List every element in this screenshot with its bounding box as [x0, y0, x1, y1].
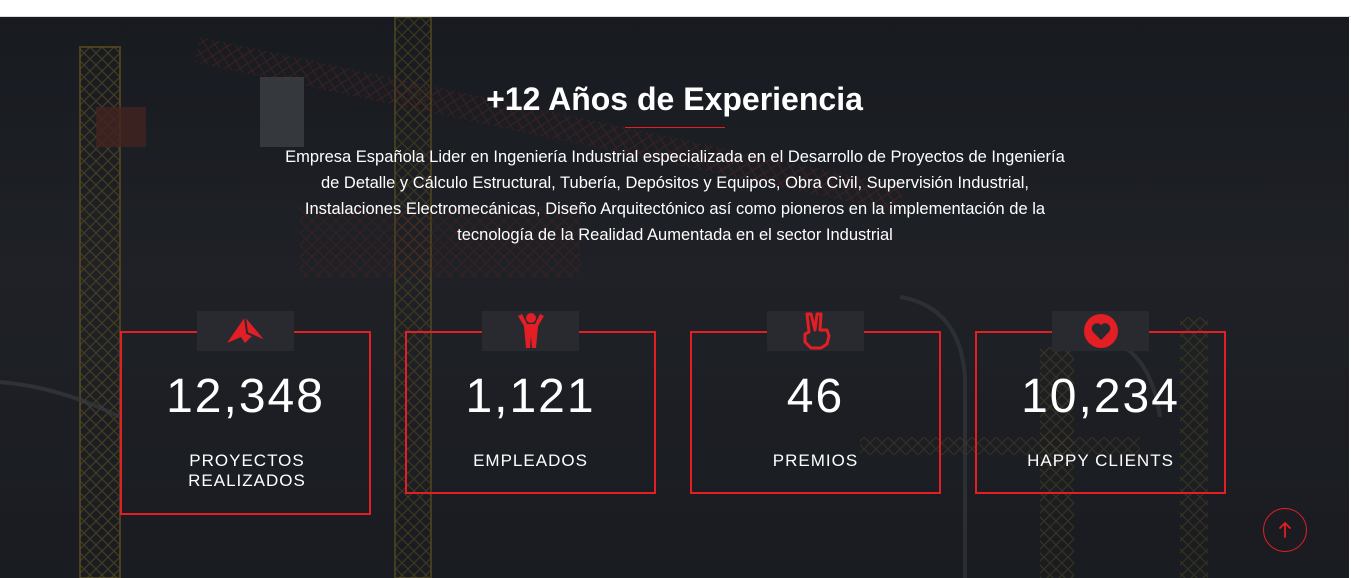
section-description: Empresa Española Lider en Ingeniería Ind…: [285, 148, 1065, 244]
scroll-to-top-button[interactable]: [1263, 508, 1307, 552]
stat-value: 46: [786, 370, 845, 423]
experience-section: +12 Años de Experiencia Empresa Española…: [0, 17, 1349, 578]
stat-card-empleados: 1,121 EMPLEADOS: [405, 311, 656, 494]
top-header-strip: [0, 0, 1351, 17]
stat-label: PROYECTOS REALIZADOS: [188, 451, 306, 490]
peace-hand-icon: [767, 311, 864, 351]
stat-card-happy-clients: 10,234 HAPPY CLIENTS: [975, 311, 1226, 494]
stat-value: 1,121: [465, 370, 596, 423]
stat-card-premios: 46 PREMIOS: [690, 311, 941, 494]
stat-value: 10,234: [1021, 370, 1180, 423]
stat-label: HAPPY CLIENTS: [1027, 451, 1174, 470]
section-title: +12 Años de Experiencia: [486, 81, 863, 117]
stat-card-proyectos: 12,348 PROYECTOS REALIZADOS: [120, 311, 371, 515]
arrow-up-icon: [1279, 522, 1291, 538]
person-cheering-icon: [482, 311, 579, 351]
title-underline: [625, 127, 725, 128]
stat-value: 12,348: [166, 370, 325, 423]
stat-label: PREMIOS: [772, 451, 859, 470]
paper-plane-icon: [197, 311, 294, 351]
heart-circle-icon: [1052, 311, 1149, 351]
stat-label: EMPLEADOS: [473, 451, 588, 470]
